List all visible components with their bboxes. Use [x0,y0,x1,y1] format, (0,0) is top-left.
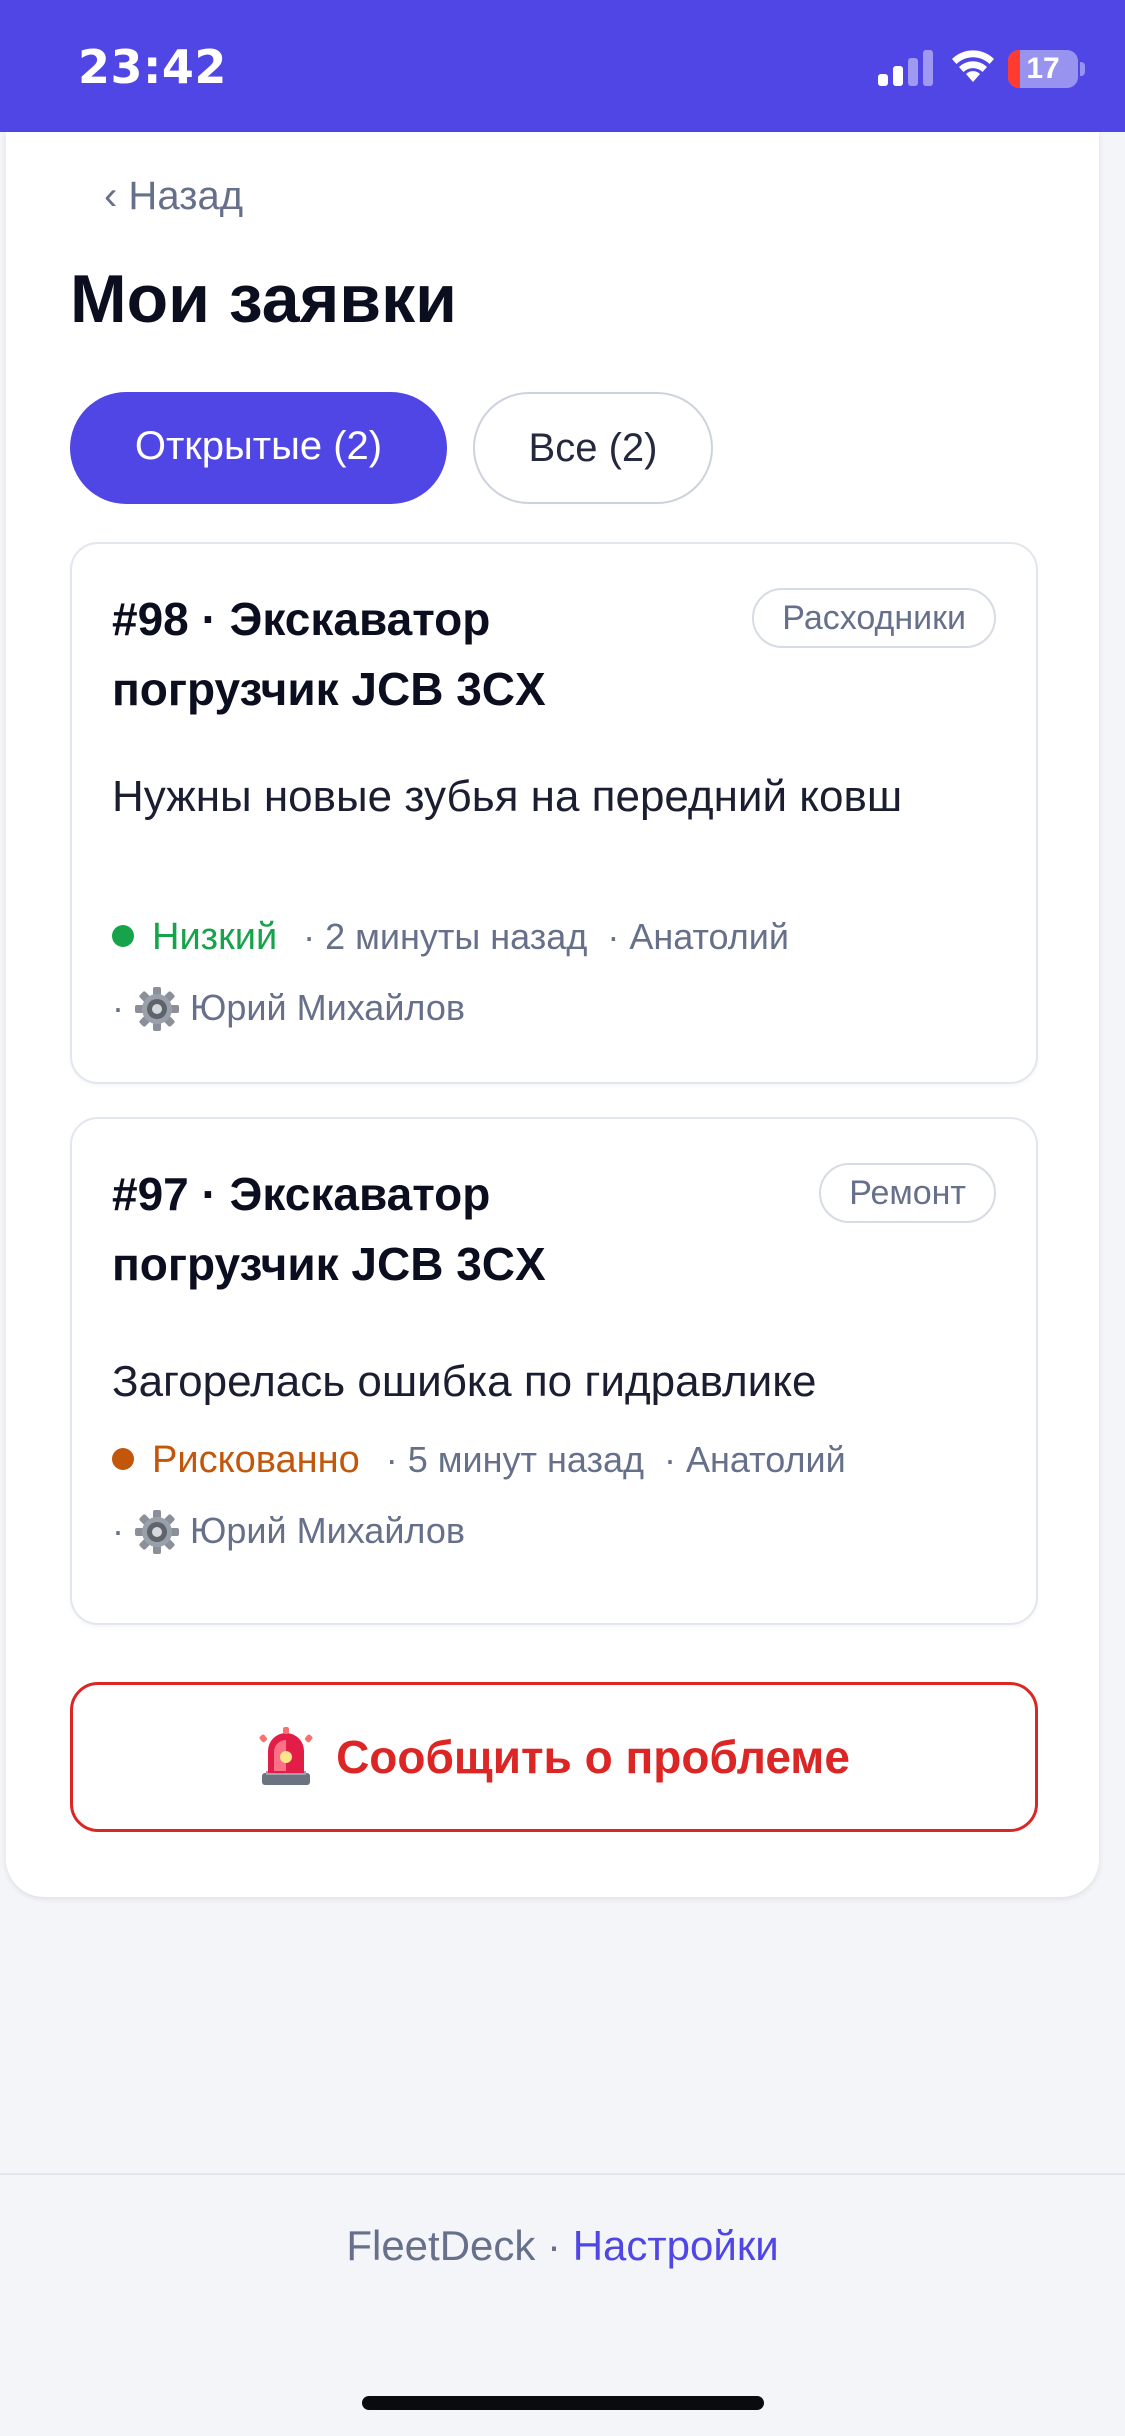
tab-all[interactable]: Все (2) [473,392,713,504]
report-problem-label: Сообщить о проблеме [336,1731,850,1783]
gear-icon [135,987,179,1031]
tab-open[interactable]: Открытые (2) [70,392,447,504]
ticket-meta: Рискованно · 5 минут назад · Анатолий [112,1439,846,1482]
ticket-title: #98 · Экскаватор погрузчик JCB 3CX [112,593,546,715]
ticket-description: Загорелась ошибка по гидравлике [112,1357,817,1406]
priority-label: Низкий [152,916,278,958]
battery-body: 17 [1008,50,1078,88]
ticket-assignee-row: · Юрий Михайлов [112,1509,465,1555]
footer-divider [0,2173,1125,2175]
ticket-author: · Анатолий [607,916,789,957]
status-time: 23:42 [78,40,227,94]
priority-dot-icon [112,925,134,947]
cellular-signal-icon [878,50,933,86]
ticket-description: Нужны новые зубья на передний ковш [112,772,903,821]
footer: FleetDeck · Настройки [0,2222,1125,2270]
battery-cap [1080,62,1085,76]
assignee-separator: · [112,987,124,1028]
ticket-assignee-row: · Юрий Михайлов [112,986,465,1032]
back-link[interactable]: ‹ Назад [104,174,243,219]
ticket-title: #97 · Экскаватор погрузчик JCB 3CX [112,1168,546,1290]
battery-icon: 17 [1008,50,1086,88]
home-indicator[interactable] [362,2396,764,2410]
ticket-assignee: Юрий Михайлов [190,987,465,1028]
category-badge: Ремонт [819,1163,996,1223]
ticket-assignee: Юрий Михайлов [190,1510,465,1551]
category-badge: Расходники [752,588,996,648]
report-problem-button[interactable]: Сообщить о проблеме [70,1682,1038,1832]
wifi-icon [952,50,994,82]
footer-settings-link[interactable]: Настройки [573,2222,779,2269]
footer-separator: · [535,2222,573,2269]
ticket-author: · Анатолий [664,1439,846,1480]
ticket-meta: Низкий · 2 минуты назад · Анатолий [112,916,789,959]
ticket-card[interactable]: #97 · Экскаватор погрузчик JCB 3CX Ремон… [70,1117,1038,1625]
gear-icon [135,1510,179,1554]
priority-dot-icon [112,1448,134,1470]
battery-level: 17 [1026,52,1060,85]
page-card: ‹ Назад Мои заявки Открытые (2) Все (2) … [6,132,1099,1897]
priority-label: Рискованно [152,1439,360,1481]
status-bar: 23:42 17 [0,0,1125,132]
ticket-card[interactable]: #98 · Экскаватор погрузчик JCB 3CX Расхо… [70,542,1038,1084]
ticket-time-ago: · 2 минуты назад [303,916,588,957]
siren-icon [259,1727,313,1785]
ticket-time-ago: · 5 минут назад [385,1439,645,1480]
footer-app-name: FleetDeck [346,2222,536,2269]
page-title: Мои заявки [70,261,457,337]
assignee-separator: · [112,1510,124,1551]
